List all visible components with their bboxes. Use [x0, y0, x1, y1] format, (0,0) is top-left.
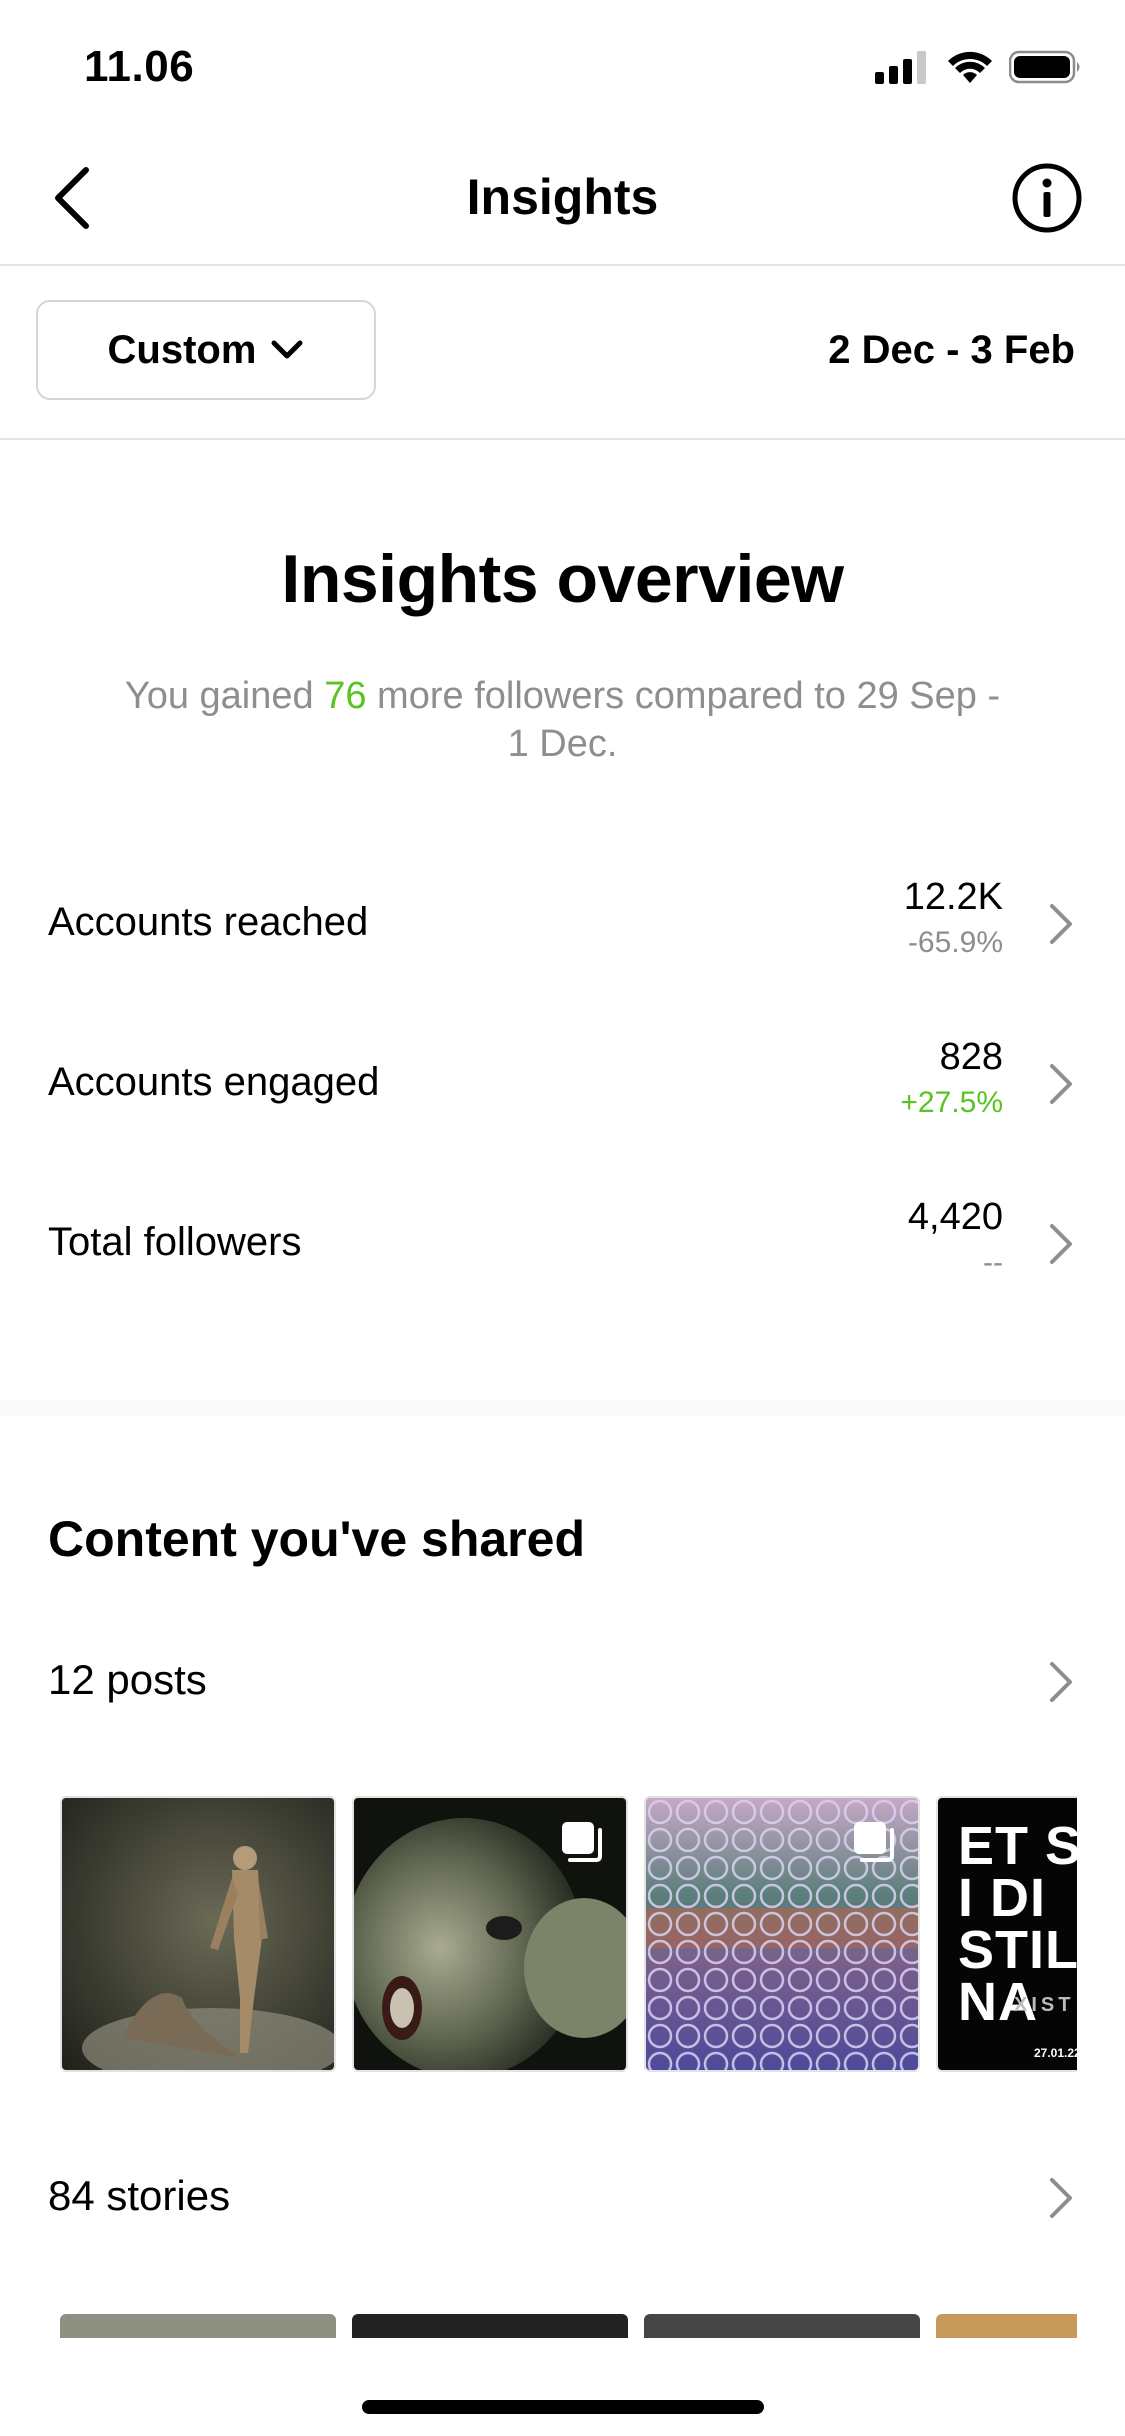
date-range: 2 Dec - 3 Feb — [828, 328, 1075, 372]
poster-subtext: XIST — [1014, 1994, 1075, 2016]
posts-count-label: 12 posts — [48, 1656, 207, 1703]
story-thumbnail[interactable] — [644, 2314, 920, 2338]
metric-row-total-followers[interactable]: Total followers 4,420 -- — [0, 1190, 1125, 1310]
navigation-bar: Insights — [0, 132, 1125, 266]
metric-delta: +27.5% — [900, 1086, 1003, 1119]
page-title: Insights — [466, 169, 659, 225]
metric-delta: -- — [983, 1246, 1003, 1279]
chevron-right-icon — [1041, 894, 1081, 954]
home-indicator[interactable] — [362, 2400, 764, 2414]
date-filter-label: Custom — [107, 327, 257, 372]
post-thumbnail[interactable] — [60, 1796, 336, 2072]
chevron-right-icon — [1041, 1214, 1081, 1274]
stories-count-label: 84 stories — [48, 2172, 231, 2219]
chevron-down-icon — [271, 340, 303, 359]
cellular-signal-icon — [875, 50, 931, 89]
filter-row: Custom 2 Dec - 3 Feb — [0, 266, 1125, 440]
metric-value: 4,420 — [907, 1196, 1003, 1238]
metric-delta: -65.9% — [907, 926, 1003, 959]
stories-row[interactable]: 84 stories — [0, 2152, 1125, 2252]
chevron-right-icon — [1041, 2168, 1081, 2228]
chevron-right-icon — [1041, 1054, 1081, 1114]
post-thumbnail[interactable]: ET ST I DI STIL NA XIST 27.01.22 — [936, 1796, 1077, 2072]
overview-subtitle: You gained 76 more followers compared to… — [120, 672, 1005, 768]
stories-carousel[interactable] — [60, 2314, 1077, 2338]
metric-label: Total followers — [48, 1220, 302, 1264]
posts-row[interactable]: 12 posts — [0, 1636, 1125, 1736]
metric-row-accounts-reached[interactable]: Accounts reached 12.2K -65.9% — [0, 870, 1125, 990]
statue-photo — [62, 1798, 334, 2070]
poster-date: 27.01.22 — [1034, 2046, 1077, 2060]
content-section-title: Content you've shared — [48, 1511, 585, 1567]
metric-row-accounts-engaged[interactable]: Accounts engaged 828 +27.5% — [0, 1030, 1125, 1150]
multiple-photos-icon — [558, 1818, 606, 1871]
wifi-icon — [947, 50, 993, 89]
followers-gained-number: 76 — [324, 675, 367, 717]
date-filter-dropdown[interactable]: Custom — [36, 300, 376, 400]
overview-title: Insights overview — [281, 541, 844, 617]
multiple-photos-icon — [850, 1818, 898, 1871]
story-thumbnail[interactable] — [936, 2314, 1077, 2338]
poster-line: ET ST — [958, 1816, 1077, 1876]
post-thumbnail[interactable] — [352, 1796, 628, 2072]
battery-icon — [1008, 50, 1083, 89]
info-icon — [1012, 163, 1082, 233]
status-bar: 11.06 — [0, 0, 1125, 132]
subtitle-prefix: You gained — [124, 675, 325, 717]
metric-value: 828 — [939, 1036, 1003, 1078]
posts-carousel[interactable]: ET ST I DI STIL NA XIST 27.01.22 — [60, 1796, 1077, 2076]
insights-screen: 11.06 Insights Custom 2 Dec - 3 Feb Insi… — [0, 0, 1125, 2436]
chevron-right-icon — [1041, 1652, 1081, 1712]
story-thumbnail[interactable] — [352, 2314, 628, 2338]
poster-line: STIL — [958, 1920, 1077, 1980]
status-time: 11.06 — [84, 42, 195, 91]
subtitle-suffix: more followers compared to 29 Sep - 1 De… — [366, 675, 1001, 765]
status-icons — [875, 50, 1083, 89]
story-thumbnail[interactable] — [60, 2314, 336, 2338]
section-divider — [0, 1400, 1125, 1416]
post-thumbnail[interactable] — [644, 1796, 920, 2072]
metric-value: 12.2K — [903, 876, 1003, 918]
poster-line: I DI — [958, 1868, 1047, 1928]
metric-label: Accounts reached — [48, 900, 369, 944]
info-button[interactable] — [1007, 158, 1087, 238]
metric-label: Accounts engaged — [48, 1060, 380, 1104]
